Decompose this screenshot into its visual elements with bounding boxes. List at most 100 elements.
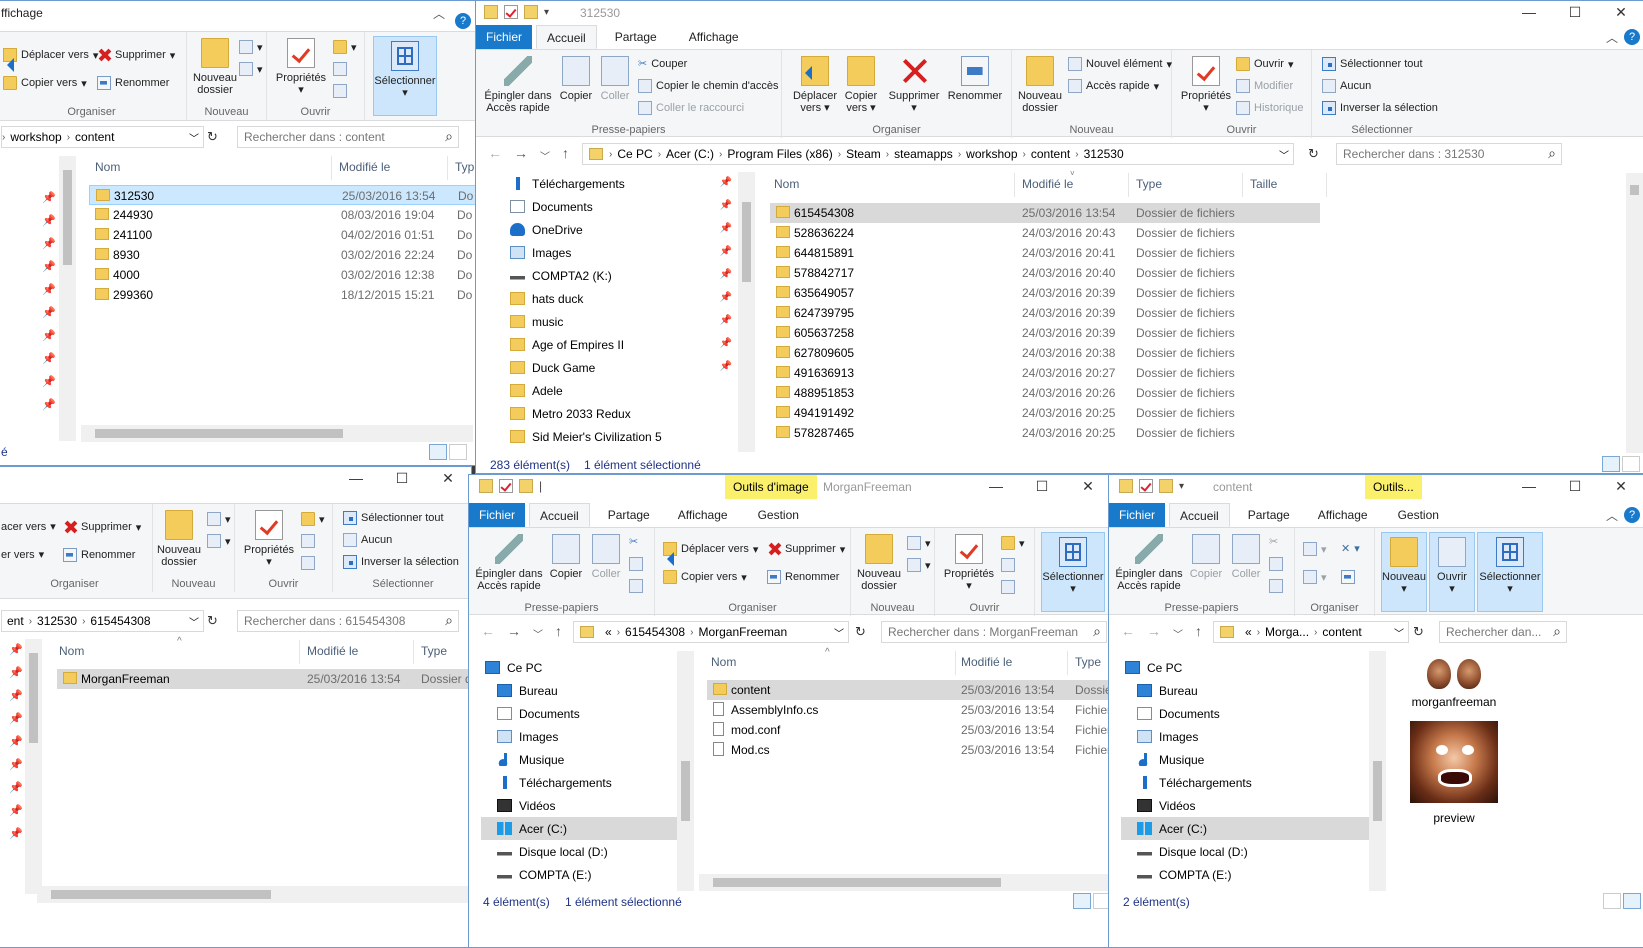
copy-button[interactable]: Copier bbox=[1187, 534, 1225, 580]
open-button[interactable]: ▾ bbox=[333, 40, 357, 54]
breadcrumb-item[interactable]: content bbox=[1317, 625, 1366, 639]
rename-button[interactable]: Renommer bbox=[767, 570, 839, 584]
table-row[interactable]: 528636224 24/03/2016 20:43 Dossier de fich… bbox=[770, 223, 1320, 243]
close-icon[interactable]: ✕ bbox=[1598, 475, 1643, 499]
breadcrumb-item[interactable]: Steam bbox=[841, 147, 886, 161]
delete-button[interactable]: Supprimer ▾ bbox=[97, 48, 175, 62]
tab-file[interactable]: Fichier bbox=[1109, 503, 1166, 527]
details-view-icon[interactable] bbox=[1073, 893, 1091, 909]
nav-item[interactable]: Documents bbox=[1121, 702, 1369, 725]
table-row[interactable]: 244930 08/03/2016 19:04 Do bbox=[89, 205, 475, 225]
column-header-name[interactable]: Nom bbox=[711, 655, 736, 669]
scroll-thumb[interactable] bbox=[51, 890, 271, 899]
content-scrollbar[interactable] bbox=[1626, 173, 1643, 453]
scroll-thumb[interactable] bbox=[29, 653, 38, 743]
column-header-modified[interactable]: Modifié le bbox=[1022, 177, 1073, 191]
nav-item[interactable]: Age of Empires II 📌 bbox=[506, 333, 736, 356]
copy-to-button[interactable]: er vers ▾ bbox=[1, 548, 44, 562]
tab-share[interactable]: Partage bbox=[598, 503, 660, 527]
copy-to-button[interactable]: Copier vers ▾ bbox=[840, 56, 882, 114]
ribbon-collapse-icon[interactable]: ︿ bbox=[1600, 503, 1624, 527]
new-item-button[interactable]: ▾ bbox=[239, 40, 263, 54]
nav-item[interactable]: Téléchargements 📌 bbox=[506, 172, 736, 195]
move-to-button[interactable]: Déplacer vers ▾ bbox=[3, 48, 98, 72]
up-arrow-icon[interactable]: ↑ bbox=[555, 623, 562, 641]
table-row[interactable]: 494191492 24/03/2016 20:25 Dossier de fich… bbox=[770, 403, 1320, 423]
pin-icon[interactable]: 📌 bbox=[720, 338, 732, 349]
refresh-icon[interactable]: ↻ bbox=[207, 129, 218, 145]
column-header-type[interactable]: Type bbox=[1136, 177, 1162, 191]
breadcrumb-item[interactable]: 615454308 bbox=[620, 625, 690, 639]
open-button[interactable]: Ouvrir ▾ bbox=[1429, 532, 1475, 612]
easy-access-button[interactable]: ▾ bbox=[907, 558, 931, 572]
tab-share[interactable]: Partage bbox=[605, 25, 667, 49]
breadcrumb-item[interactable]: 615454308 bbox=[85, 614, 155, 628]
nav-item[interactable]: Images 📌 bbox=[506, 241, 736, 264]
edit-button[interactable] bbox=[333, 62, 347, 76]
select-all-button[interactable]: Sélectionner tout bbox=[1322, 57, 1423, 71]
back-arrow-icon[interactable]: ← bbox=[481, 623, 495, 641]
table-row[interactable]: 615454308 25/03/2016 13:54 Dossier de fich… bbox=[770, 203, 1320, 223]
move-to-button[interactable]: Déplacer vers ▾ bbox=[792, 56, 838, 114]
large-icons-view-icon[interactable] bbox=[449, 444, 467, 460]
chevron-down-icon[interactable]: ﹀ bbox=[189, 130, 203, 145]
recent-dropdown-icon[interactable]: ﹀ bbox=[1173, 626, 1183, 641]
nav-item[interactable]: Bureau bbox=[481, 679, 677, 702]
column-header-modified[interactable]: Modifié le bbox=[961, 655, 1012, 669]
nav-item[interactable]: COMPTA2 (K:) 📌 bbox=[506, 264, 736, 287]
nav-item[interactable]: Vidéos bbox=[1121, 794, 1369, 817]
nav-pane-scrollbar[interactable] bbox=[1369, 651, 1386, 891]
open-button[interactable]: ▾ bbox=[301, 512, 325, 526]
tab-home[interactable]: Accueil bbox=[529, 503, 590, 527]
ribbon-collapse-icon[interactable]: ︿ bbox=[433, 5, 445, 22]
details-view-icon[interactable] bbox=[1602, 456, 1620, 472]
table-row[interactable]: 578842717 24/03/2016 20:40 Dossier de fich… bbox=[770, 263, 1320, 283]
tab-manage[interactable]: Gestion bbox=[748, 503, 809, 527]
select-button[interactable]: Sélectionner ▾ bbox=[373, 36, 437, 116]
pin-icon[interactable]: 📌 bbox=[720, 269, 732, 280]
nav-item[interactable]: Sid Meier's Civilization 5 bbox=[506, 425, 736, 448]
select-none-button[interactable]: Aucun bbox=[1322, 79, 1371, 93]
chevron-down-icon[interactable]: ▾ bbox=[544, 7, 549, 18]
paste-shortcut-button[interactable]: Coller le raccourci bbox=[638, 101, 744, 115]
history-button[interactable]: Historique bbox=[1236, 101, 1304, 115]
properties-button[interactable]: Propriétés ▾ bbox=[241, 510, 297, 568]
easy-access-button[interactable]: ▾ bbox=[239, 62, 263, 76]
invert-selection-button[interactable]: Inverser la sélection bbox=[343, 555, 459, 569]
details-view-icon[interactable] bbox=[429, 444, 447, 460]
pin-quick-access-button[interactable]: Épingler dans Accès rapide bbox=[482, 56, 554, 114]
select-all-button[interactable]: Sélectionner tout bbox=[343, 511, 444, 525]
breadcrumb-item[interactable]: Acer (C:) bbox=[661, 147, 719, 161]
paste-button[interactable]: Coller bbox=[1227, 534, 1265, 580]
paste-button[interactable]: Coller bbox=[596, 56, 634, 102]
table-row[interactable]: 644815891 24/03/2016 20:41 Dossier de fich… bbox=[770, 243, 1320, 263]
back-arrow-icon[interactable]: ← bbox=[488, 145, 502, 163]
rename-button[interactable]: Renommer bbox=[63, 548, 135, 562]
up-arrow-icon[interactable]: ↑ bbox=[1195, 623, 1202, 641]
pin-icon[interactable]: 📌 bbox=[720, 361, 732, 372]
cut-button[interactable]: ✂ bbox=[1269, 535, 1278, 548]
delete-button[interactable]: Supprimer ▾ bbox=[63, 520, 141, 534]
search-input[interactable]: Rechercher dans : 615454308 bbox=[237, 610, 459, 632]
new-item-button[interactable]: Nouvel élément ▾ bbox=[1068, 57, 1172, 71]
column-header-name[interactable]: Nom bbox=[59, 644, 84, 658]
chevron-down-icon[interactable]: ﹀ bbox=[1390, 625, 1408, 640]
view-toggle[interactable] bbox=[1603, 893, 1641, 909]
address-bar[interactable]: › workshop › content ﹀ bbox=[1, 126, 204, 148]
rename-button[interactable] bbox=[1341, 570, 1355, 584]
large-icons-view-icon[interactable] bbox=[1622, 456, 1640, 472]
view-toggle[interactable] bbox=[1602, 456, 1640, 472]
maximize-icon[interactable]: ☐ bbox=[1019, 475, 1065, 499]
pin-icon[interactable]: 📌 bbox=[720, 200, 732, 211]
nav-item[interactable]: Documents 📌 bbox=[506, 195, 736, 218]
column-header-size[interactable]: Taille bbox=[1250, 177, 1277, 191]
select-button[interactable]: Sélectionner ▾ bbox=[1477, 532, 1543, 612]
table-row[interactable]: 635649057 24/03/2016 20:39 Dossier de fich… bbox=[770, 283, 1320, 303]
tab-home[interactable]: Accueil bbox=[536, 25, 597, 49]
nav-item[interactable]: Disque local (D:) bbox=[481, 840, 677, 863]
content-hscrollbar[interactable] bbox=[699, 874, 1111, 891]
refresh-icon[interactable]: ↻ bbox=[1413, 624, 1424, 640]
rename-button[interactable]: Renommer bbox=[97, 76, 169, 90]
nav-item[interactable]: Ce PC bbox=[1121, 656, 1369, 679]
minimize-icon[interactable]: — bbox=[333, 467, 379, 491]
